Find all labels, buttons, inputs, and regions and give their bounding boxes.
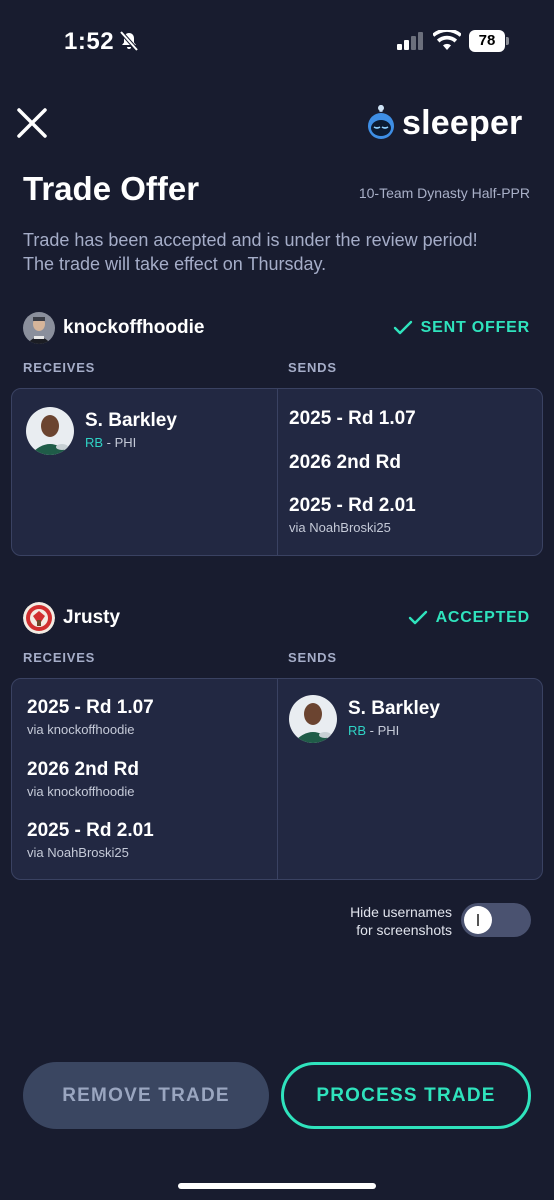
hide-usernames-toggle[interactable] bbox=[461, 903, 531, 937]
team-name: Jrusty bbox=[63, 607, 121, 628]
player-photo bbox=[26, 407, 74, 455]
status-time: 1:52 bbox=[64, 28, 115, 55]
player-team: - PHI bbox=[103, 435, 137, 450]
pick-via: via NoahBroski25 bbox=[289, 520, 391, 535]
wifi-icon bbox=[433, 30, 461, 50]
player-photo bbox=[289, 695, 337, 743]
player-card[interactable]: S. Barkley RB - PHI bbox=[26, 407, 177, 455]
team-header-jrusty: Jrusty ACCEPTED bbox=[23, 601, 530, 635]
team-status-text: SENT OFFER bbox=[420, 319, 530, 336]
pick-item[interactable]: 2025 - Rd 1.07 via knockoffhoodie bbox=[27, 697, 154, 737]
trade-box-team1: S. Barkley RB - PHI 2025 - Rd 1.07 2026 … bbox=[11, 388, 543, 556]
receives-label: RECEIVES bbox=[23, 650, 96, 665]
process-trade-button[interactable]: PROCESS TRADE bbox=[281, 1062, 531, 1129]
team-status: SENT OFFER bbox=[393, 319, 530, 337]
player-name: S. Barkley bbox=[85, 410, 177, 431]
sleeper-logo: sleeper bbox=[366, 102, 522, 144]
pick-item[interactable]: 2025 - Rd 1.07 bbox=[289, 408, 416, 430]
receives-label: RECEIVES bbox=[23, 360, 96, 375]
sends-label: SENDS bbox=[288, 650, 337, 665]
pick-item[interactable]: 2026 2nd Rd bbox=[289, 452, 401, 474]
pick-via: via NoahBroski25 bbox=[27, 845, 129, 860]
pick-via: via knockoffhoodie bbox=[27, 722, 135, 737]
player-name: S. Barkley bbox=[348, 698, 440, 719]
pick-item[interactable]: 2025 - Rd 2.01 via NoahBroski25 bbox=[289, 495, 416, 535]
user-avatar[interactable] bbox=[23, 312, 55, 344]
user-avatar[interactable] bbox=[23, 602, 55, 634]
logo-text: sleeper bbox=[402, 103, 523, 142]
home-indicator bbox=[178, 1183, 376, 1189]
pick-name: 2026 2nd Rd bbox=[289, 452, 401, 473]
pick-via: via knockoffhoodie bbox=[27, 784, 135, 799]
player-card[interactable]: S. Barkley RB - PHI bbox=[289, 695, 440, 743]
toggle-knob bbox=[464, 906, 492, 934]
checkmark-icon bbox=[393, 320, 412, 335]
trade-status-message: Trade has been accepted and is under the… bbox=[23, 230, 478, 274]
trade-box-team2: 2025 - Rd 1.07 via knockoffhoodie 2026 2… bbox=[11, 678, 543, 880]
player-meta: RB - PHI bbox=[348, 723, 440, 738]
pick-name: 2026 2nd Rd bbox=[27, 759, 139, 780]
checkmark-icon bbox=[408, 610, 427, 625]
hide-usernames-label: Hide usernames for screenshots bbox=[350, 904, 452, 938]
player-team: - PHI bbox=[366, 723, 400, 738]
page-title: Trade Offer bbox=[23, 170, 200, 207]
player-meta: RB - PHI bbox=[85, 435, 177, 450]
team-status-text: ACCEPTED bbox=[435, 609, 530, 626]
remove-trade-button[interactable]: REMOVE TRADE bbox=[23, 1062, 269, 1129]
battery-icon: 78 bbox=[469, 30, 509, 52]
team-name: knockoffhoodie bbox=[63, 317, 205, 338]
league-name: 10-Team Dynasty Half-PPR bbox=[358, 185, 530, 201]
battery-level: 78 bbox=[469, 30, 505, 52]
player-position: RB bbox=[348, 723, 367, 738]
column-divider bbox=[277, 389, 278, 555]
pick-item[interactable]: 2025 - Rd 2.01 via NoahBroski25 bbox=[27, 820, 154, 860]
pick-name: 2025 - Rd 2.01 bbox=[289, 495, 416, 516]
sleeper-mascot-icon bbox=[368, 105, 394, 139]
pick-name: 2025 - Rd 1.07 bbox=[27, 697, 154, 718]
pick-name: 2025 - Rd 1.07 bbox=[289, 408, 416, 429]
pick-item[interactable]: 2026 2nd Rd via knockoffhoodie bbox=[27, 759, 139, 799]
sends-label: SENDS bbox=[288, 360, 337, 375]
status-bar: 1:52 78 bbox=[0, 0, 554, 80]
bell-muted-icon bbox=[119, 30, 139, 52]
team-status: ACCEPTED bbox=[408, 609, 530, 627]
pick-name: 2025 - Rd 2.01 bbox=[27, 820, 154, 841]
column-divider bbox=[277, 679, 278, 879]
team-header-knockoffhoodie: knockoffhoodie SENT OFFER bbox=[23, 311, 530, 345]
cellular-signal-icon bbox=[397, 32, 423, 50]
close-icon[interactable] bbox=[14, 105, 50, 141]
player-position: RB bbox=[85, 435, 104, 450]
